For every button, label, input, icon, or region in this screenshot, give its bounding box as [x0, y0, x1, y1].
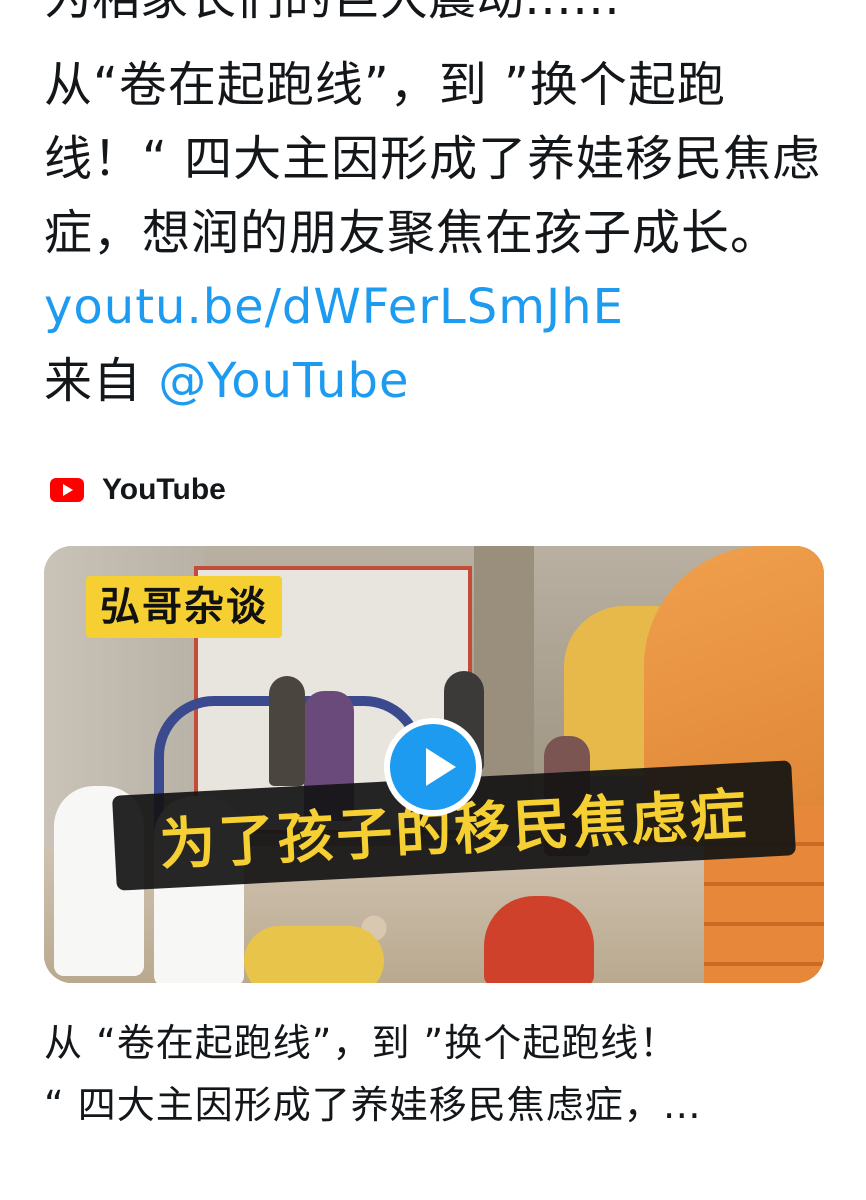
tweet-body: 从“卷在起跑线”，到 ”换个起跑线！“ 四大主因形成了养娃移民焦虑症，想润的朋友…	[44, 57, 822, 261]
tweet-text-cut-line: 为相家长们的巨大震动……	[44, 0, 844, 26]
tweet-mention[interactable]: @YouTube	[158, 353, 409, 409]
card-title-line: 从 “卷在起跑线”，到 ”换个起跑线！	[44, 1021, 679, 1065]
play-icon[interactable]	[384, 718, 482, 816]
tweet-link[interactable]: youtu.be/dWFerLSmJhE	[44, 279, 624, 335]
card-title-line: “ 四大主因形成了养娃移民焦虑症，…	[44, 1083, 702, 1127]
tweet-from-label: 来自	[44, 353, 143, 409]
thumbnail-tag: 弘哥杂谈	[86, 576, 282, 638]
card-title[interactable]: 从 “卷在起跑线”，到 ”换个起跑线！ “ 四大主因形成了养娃移民焦虑症，…	[44, 1012, 814, 1136]
thumbnail-yellow-toy	[244, 926, 384, 983]
card-source[interactable]: YouTube	[50, 470, 226, 510]
thumbnail-red-toy	[484, 896, 594, 983]
card-source-name: YouTube	[102, 473, 226, 506]
tweet-text: 从“卷在起跑线”，到 ”换个起跑线！“ 四大主因形成了养娃移民焦虑症，想润的朋友…	[44, 48, 834, 418]
thumbnail-person	[269, 676, 305, 786]
video-thumbnail[interactable]: 弘哥杂谈 为了孩子的移民焦虑症	[44, 546, 824, 983]
youtube-logo-icon	[50, 478, 84, 502]
